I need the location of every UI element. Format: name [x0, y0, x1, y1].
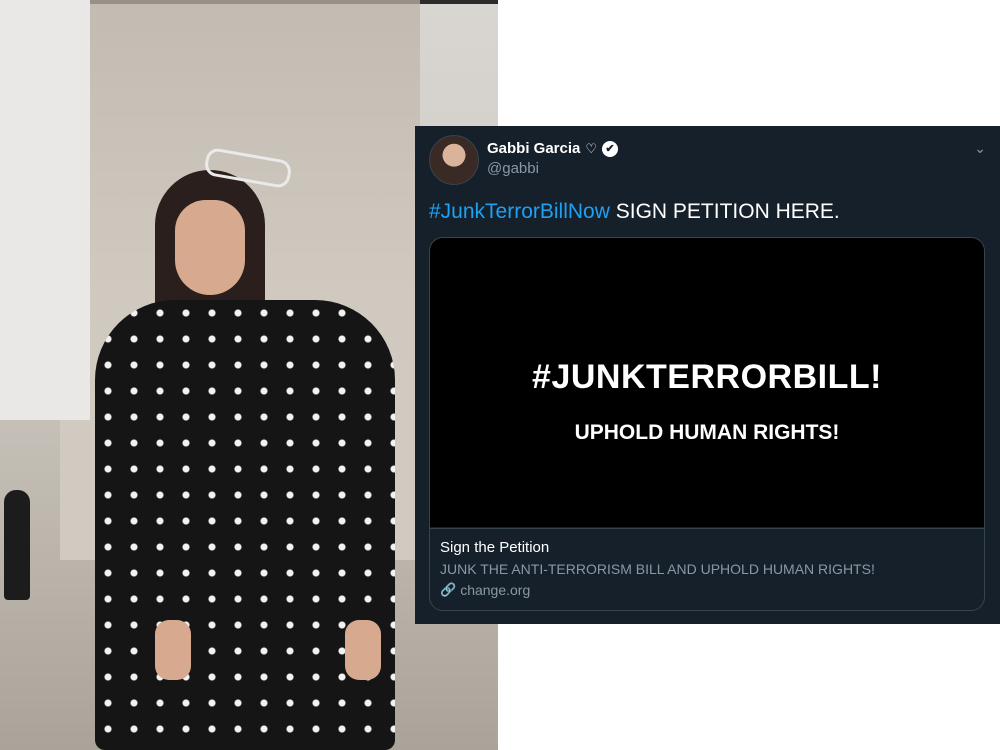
left-hand — [155, 620, 191, 680]
card-image-subheadline: UPHOLD HUMAN RIGHTS! — [574, 421, 840, 444]
card-info[interactable]: Sign the Petition JUNK THE ANTI-TERRORIS… — [430, 528, 984, 610]
card-description: JUNK THE ANTI-TERRORISM BILL AND UPHOLD … — [440, 561, 875, 577]
tweet-card[interactable]: Gabbi Garcia ♡ ✔ @gabbi ⌄ #JunkTerrorBil… — [415, 126, 1000, 624]
heart-icon: ♡ — [585, 140, 598, 156]
woman-figure — [95, 146, 395, 750]
pedestrian-figure — [4, 490, 30, 600]
hashtag-link[interactable]: #JunkTerrorBillNow — [429, 200, 610, 223]
sky-area — [0, 0, 90, 420]
card-domain-text: change.org — [460, 582, 531, 598]
author-handle[interactable]: @gabbi — [487, 160, 539, 177]
verified-badge-icon: ✔ — [602, 140, 619, 157]
card-image-headline: #JUNKTERRORBILL! — [532, 358, 882, 396]
author-name[interactable]: Gabbi Garcia — [487, 140, 580, 157]
author-row[interactable]: Gabbi Garcia ♡ ✔ — [487, 140, 619, 157]
right-hand — [345, 620, 381, 680]
card-domain: 🔗 change.org — [440, 582, 974, 598]
tweet-text: #JunkTerrorBillNow SIGN PETITION HERE. — [429, 200, 840, 224]
link-preview-card[interactable]: #JUNKTERRORBILL! UPHOLD HUMAN RIGHTS! Si… — [429, 237, 985, 611]
face — [175, 200, 245, 295]
chevron-down-icon[interactable]: ⌄ — [974, 140, 986, 157]
card-image[interactable]: #JUNKTERRORBILL! UPHOLD HUMAN RIGHTS! — [430, 238, 984, 527]
card-title: Sign the Petition — [440, 539, 550, 556]
avatar[interactable] — [429, 135, 479, 185]
floral-dress — [95, 300, 395, 750]
tweet-body: SIGN PETITION HERE. — [609, 200, 840, 223]
link-icon: 🔗 — [440, 582, 457, 597]
